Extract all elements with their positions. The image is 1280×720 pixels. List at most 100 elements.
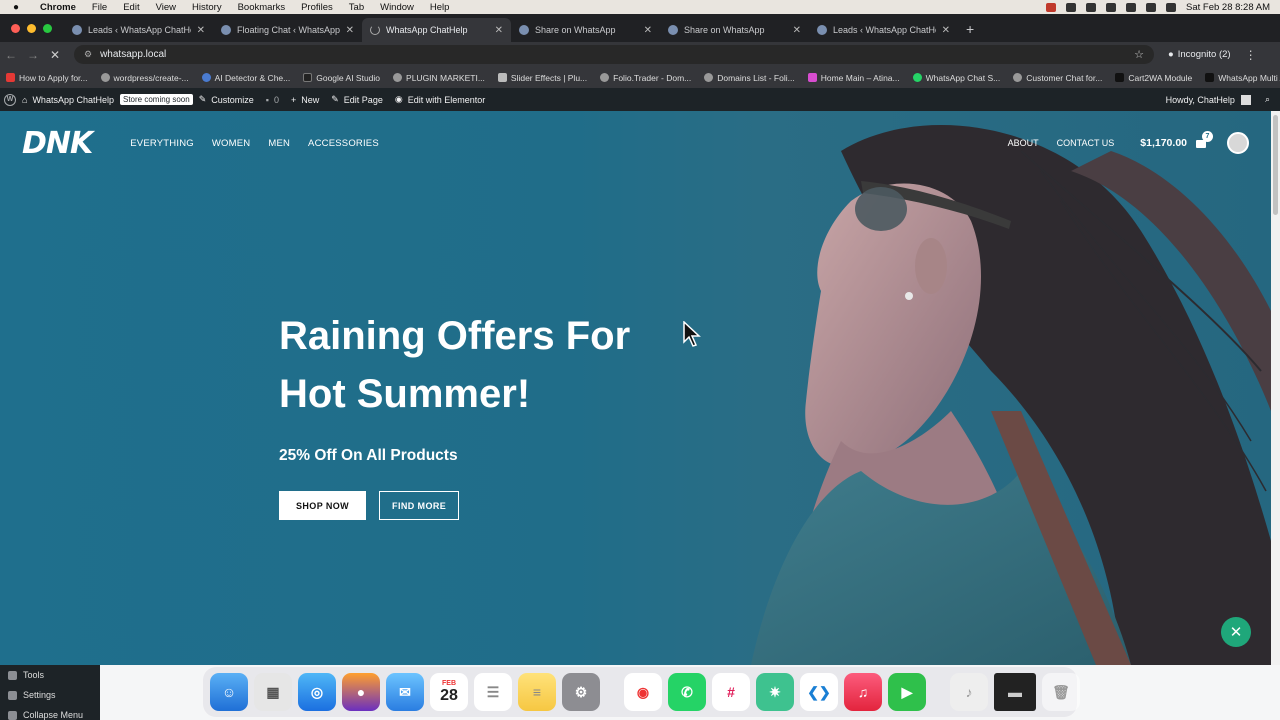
menu-profiles[interactable]: Profiles [293,2,341,13]
menu-history[interactable]: History [184,2,230,13]
cart-icon[interactable]: 7 [1195,131,1213,149]
vscode-icon[interactable]: ❮❯ [800,673,838,711]
notes-icon[interactable]: ≡ [518,673,556,711]
status-icon[interactable] [1066,2,1077,12]
wp-menu-settings[interactable]: Settings [0,685,100,705]
search-icon[interactable] [1166,2,1177,12]
zoom-window-button[interactable] [43,24,52,33]
wifi-icon[interactable] [1146,2,1157,12]
menu-tab[interactable]: Tab [341,2,372,13]
page-scrollbar[interactable] [1271,111,1280,665]
finder-icon[interactable]: ☺ [210,673,248,711]
nav-everything[interactable]: EVERYTHING [130,138,194,149]
close-tab-icon[interactable]: ✕ [346,25,354,36]
close-tab-icon[interactable]: ✕ [495,25,503,36]
bookmark-item[interactable]: Folio.Trader - Dom... [600,73,691,83]
facetime-icon[interactable]: ▶ [888,673,926,711]
wp-site-name[interactable]: ⌂ WhatsApp ChatHelp [16,95,120,105]
nav-accessories[interactable]: ACCESSORIES [308,138,379,149]
safari-icon[interactable]: ◎ [298,673,336,711]
nav-men[interactable]: MEN [268,138,290,149]
dropbox-icon[interactable] [1106,2,1117,12]
site-logo[interactable]: DNK [22,126,93,161]
system-settings-icon[interactable]: ⚙ [562,673,600,711]
bookmark-item[interactable]: Domains List - Foli... [704,73,795,83]
bookmark-star-icon[interactable]: ☆ [1134,48,1144,61]
menu-help[interactable]: Help [422,2,458,13]
menu-file[interactable]: File [84,2,115,13]
close-tab-icon[interactable]: ✕ [793,25,801,36]
music-icon[interactable]: ♫ [844,673,882,711]
tab-floating-chat[interactable]: Floating Chat ‹ WhatsApp Ch ✕ [213,18,362,42]
slack-icon[interactable]: # [712,673,750,711]
back-icon[interactable]: ← [0,48,22,62]
forward-icon[interactable]: → [22,48,44,62]
close-tab-icon[interactable]: ✕ [644,25,652,36]
firefox-icon[interactable]: ● [342,673,380,711]
screen-recording-thumbnail[interactable]: ▬ [994,673,1036,711]
omnibox[interactable]: ⚙ whatsapp.local ☆ [74,45,1154,64]
wp-account[interactable]: Howdy, ChatHelp ⌕ [1166,94,1280,105]
close-tab-icon[interactable]: ✕ [942,25,950,36]
shop-now-button[interactable]: SHOP NOW [279,491,367,520]
site-info-icon[interactable]: ⚙ [84,49,92,60]
tab-share-on-whatsapp[interactable]: Share on WhatsApp ✕ [511,18,660,42]
bookmark-item[interactable]: How to Apply for... [6,73,88,83]
find-more-button[interactable]: FIND MORE [379,491,460,520]
audio-file-icon[interactable]: ♪ [950,673,988,711]
wp-comments[interactable]: ▪ 0 [260,95,285,105]
wordpress-logo-icon[interactable]: W [4,93,16,106]
reminders-icon[interactable]: ☰ [474,673,512,711]
launchpad-icon[interactable]: ▦ [254,673,292,711]
nav-women[interactable]: WOMEN [212,138,250,149]
record-icon[interactable] [1046,2,1057,12]
bookmark-item[interactable]: Home Main – Atina... [807,73,900,83]
bookmark-item[interactable]: Customer Chat for... [1013,73,1102,83]
close-chat-widget-button[interactable]: ✕ [1221,617,1251,647]
close-window-button[interactable] [11,24,20,33]
bookmark-item[interactable]: WhatsApp Chat S... [912,73,1000,83]
status-icon[interactable] [1126,2,1137,12]
bookmark-item[interactable]: PLUGIN MARKETI... [393,73,485,83]
chatgpt-icon[interactable]: ✷ [756,673,794,711]
wp-customize[interactable]: ✎ Customize [193,94,260,105]
wp-edit-page[interactable]: ✎ Edit Page [325,94,389,105]
tab-leads-2[interactable]: Leads ‹ WhatsApp ChatHelp ✕ [809,18,958,42]
tab-whatsapp-chathelp[interactable]: WhatsApp ChatHelp ✕ [362,18,511,42]
clock[interactable]: Sat Feb 28 8:28 AM [1186,2,1270,13]
menu-edit[interactable]: Edit [115,2,147,13]
menu-window[interactable]: Window [372,2,422,13]
wp-new[interactable]: + New [285,95,325,105]
chrome-menu-icon[interactable]: ⋮ [1245,48,1257,62]
mail-icon[interactable]: ✉ [386,673,424,711]
whatsapp-icon[interactable]: ✆ [668,673,706,711]
tab-share-on-whatsapp-2[interactable]: Share on WhatsApp ✕ [660,18,809,42]
url-text[interactable]: whatsapp.local [100,49,1134,60]
wp-menu-collapse[interactable]: Collapse Menu [0,705,100,720]
stop-loading-icon[interactable]: ✕ [44,48,66,62]
chrome-icon[interactable]: ◉ [624,673,662,711]
close-tab-icon[interactable]: ✕ [197,25,205,36]
store-coming-soon-badge[interactable]: Store coming soon [119,94,193,105]
apple-icon[interactable]: ● [0,2,32,13]
incognito-indicator[interactable]: ● Incognito (2) [1168,49,1231,60]
bookmark-item[interactable]: Cart2WA Module [1115,73,1192,83]
bookmark-item[interactable]: WhatsApp Multi A... [1205,73,1280,83]
new-tab-button[interactable]: + [958,21,982,42]
menu-view[interactable]: View [148,2,184,13]
menu-app-chrome[interactable]: Chrome [32,2,84,13]
cart-amount[interactable]: $1,170.00 [1140,137,1187,149]
bookmark-item[interactable]: wordpress/create-... [100,73,189,83]
nav-about[interactable]: ABOUT [1008,138,1039,148]
menu-bookmarks[interactable]: Bookmarks [230,2,294,13]
tab-leads[interactable]: Leads ‹ WhatsApp ChatHelp ✕ [64,18,213,42]
wp-edit-elementor[interactable]: ◉ Edit with Elementor [389,94,491,105]
search-icon[interactable]: ⌕ [1265,94,1270,105]
status-icon[interactable] [1086,2,1097,12]
bookmark-item[interactable]: Google AI Studio [303,73,380,83]
scrollbar-thumb[interactable] [1273,115,1278,215]
bookmark-item[interactable]: Slider Effects | Plu... [497,73,587,83]
minimize-window-button[interactable] [27,24,36,33]
calendar-icon[interactable]: FEB 28 [430,673,468,711]
account-avatar[interactable] [1227,132,1249,154]
